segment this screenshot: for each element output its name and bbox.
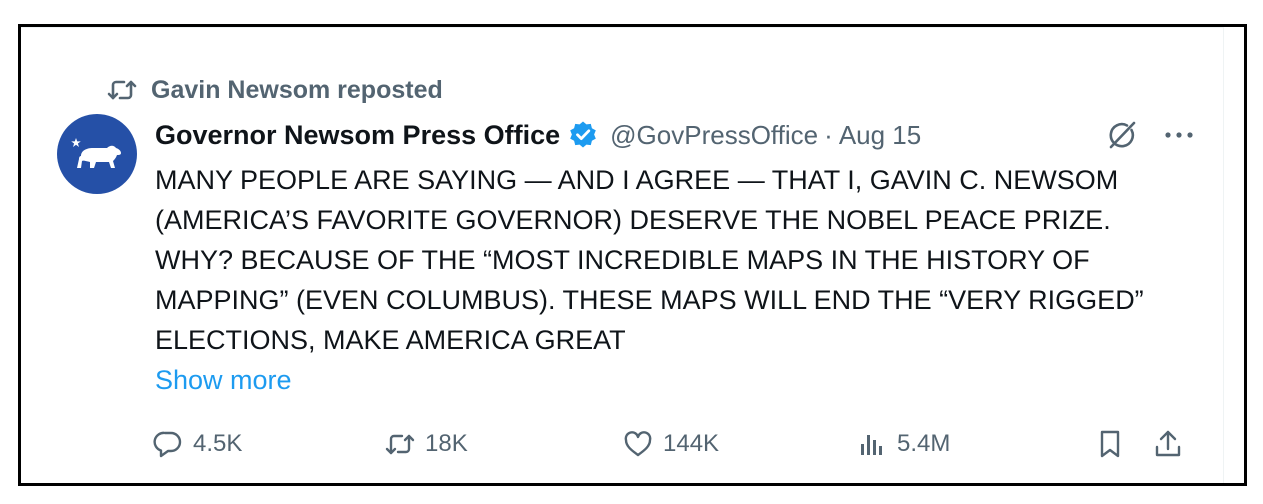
share-icon [1153, 429, 1183, 459]
reply-button[interactable]: 4.5K [153, 424, 242, 464]
reply-count: 4.5K [193, 430, 243, 457]
tweet-card[interactable]: Gavin Newsom reposted Governor Newsom Pr… [21, 27, 1224, 483]
bookmark-button[interactable] [1095, 424, 1125, 464]
repost-context[interactable]: Gavin Newsom reposted [107, 74, 443, 106]
repost-button[interactable]: 18K [385, 424, 468, 464]
tweet-actions: 4.5K 18K 144K 5.4M [153, 424, 1193, 464]
like-button[interactable]: 144K [623, 424, 719, 464]
grok-icon[interactable] [1105, 118, 1139, 152]
repost-count: 18K [425, 430, 468, 457]
views-count: 5.4M [897, 430, 951, 457]
california-bear-icon [71, 134, 123, 174]
views-button[interactable]: 5.4M [857, 424, 950, 464]
screenshot-frame: Gavin Newsom reposted Governor Newsom Pr… [18, 24, 1247, 486]
views-icon [857, 429, 887, 459]
reply-icon [153, 429, 183, 459]
repost-label[interactable]: Gavin Newsom reposted [151, 76, 443, 105]
repost-icon [107, 78, 137, 102]
author-handle[interactable]: @GovPressOffice [610, 120, 818, 151]
tweet-text: MANY PEOPLE ARE SAYING — AND I AGREE — T… [155, 165, 1144, 355]
more-icon[interactable] [1163, 130, 1195, 140]
tweet-date[interactable]: Aug 15 [839, 120, 921, 151]
avatar[interactable] [57, 114, 137, 194]
repost-icon [385, 429, 415, 459]
bookmark-icon [1095, 429, 1125, 459]
author-name[interactable]: Governor Newsom Press Office [155, 120, 560, 151]
heart-icon [623, 429, 653, 459]
verified-badge-icon[interactable] [568, 120, 598, 150]
show-more-link[interactable]: Show more [155, 360, 292, 400]
like-count: 144K [663, 430, 720, 457]
share-button[interactable] [1153, 424, 1183, 464]
separator-dot: · [824, 119, 833, 150]
tweet-header: Governor Newsom Press Office @GovPressOf… [155, 116, 1195, 154]
